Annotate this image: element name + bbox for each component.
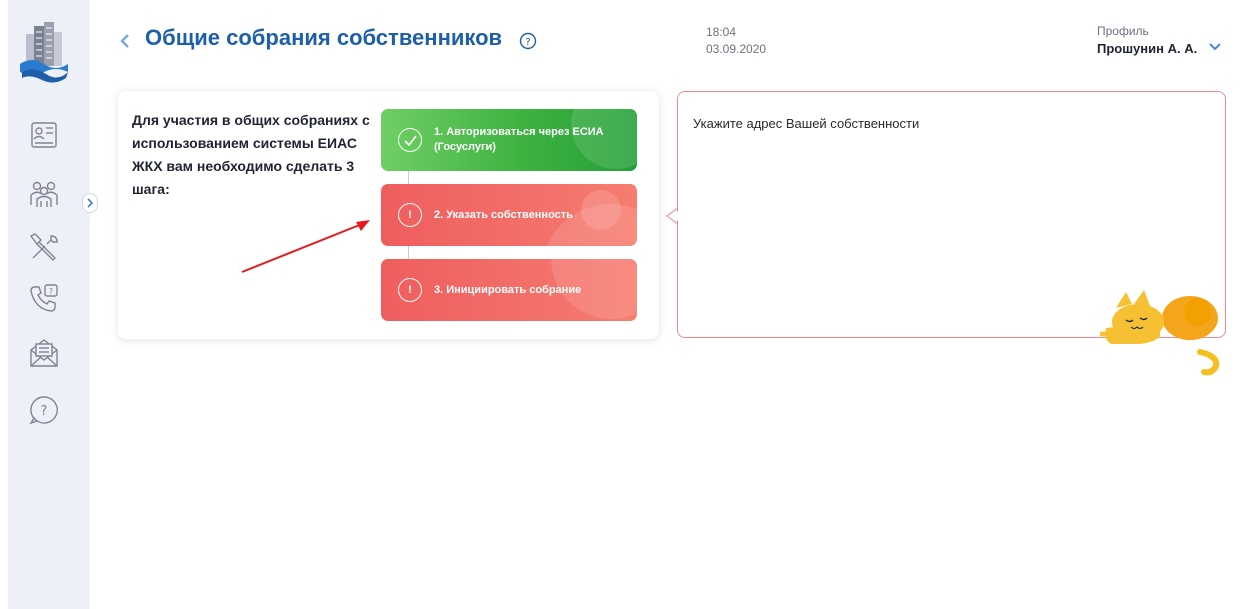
- back-chevron-icon[interactable]: [120, 31, 134, 51]
- sidebar-expand-button[interactable]: [82, 193, 98, 213]
- speech-tail-cover: [671, 208, 682, 224]
- datetime: 18:04 03.09.2020: [706, 24, 766, 58]
- mail-icon[interactable]: [26, 335, 62, 371]
- question-circle-icon[interactable]: ?: [519, 32, 537, 50]
- step-authorize[interactable]: 1. Авторизоваться через ЕСИА (Госуслуги): [381, 109, 637, 171]
- profile-name: Прошунин А. А.: [1097, 41, 1198, 56]
- cat-mascot-icon: [1100, 290, 1220, 376]
- annotation-arrow-icon: [241, 220, 370, 273]
- id-card-icon[interactable]: [26, 117, 62, 153]
- check-icon: [398, 128, 422, 152]
- chevron-down-icon[interactable]: [1209, 43, 1221, 51]
- steps-intro: Для участия в общих собраниях с использо…: [132, 112, 370, 197]
- step-specify-property[interactable]: ! 2. Указать собственность: [381, 184, 637, 246]
- help-icon[interactable]: ?: [26, 392, 62, 428]
- people-icon[interactable]: [26, 176, 62, 212]
- current-date: 03.09.2020: [706, 42, 767, 56]
- phone-icon[interactable]: ?: [26, 280, 62, 316]
- step-decoration: [551, 259, 637, 319]
- svg-text:?: ?: [41, 404, 48, 419]
- svg-text:?: ?: [525, 37, 530, 48]
- profile-menu[interactable]: Профиль Прошунин А. А.: [1097, 24, 1221, 59]
- step-label: 2. Указать собственность: [434, 208, 573, 221]
- step-initiate-meeting[interactable]: ! 3. Инициировать собрание: [381, 259, 637, 321]
- profile-label: Профиль: [1097, 24, 1149, 38]
- tools-icon[interactable]: [26, 229, 62, 265]
- sidebar: ? ?: [0, 0, 90, 609]
- steps-card: Для участия в общих собраниях с использо…: [118, 91, 659, 339]
- app-logo-icon[interactable]: [18, 20, 70, 86]
- step-decoration: [571, 109, 637, 169]
- exclamation-icon: !: [398, 278, 422, 302]
- exclamation-icon: !: [398, 203, 422, 227]
- address-prompt: Укажите адрес Вашей собственности: [693, 116, 920, 131]
- page-title: Общие собрания собственников: [145, 25, 503, 50]
- svg-text:?: ?: [49, 287, 53, 296]
- current-time: 18:04: [706, 25, 737, 39]
